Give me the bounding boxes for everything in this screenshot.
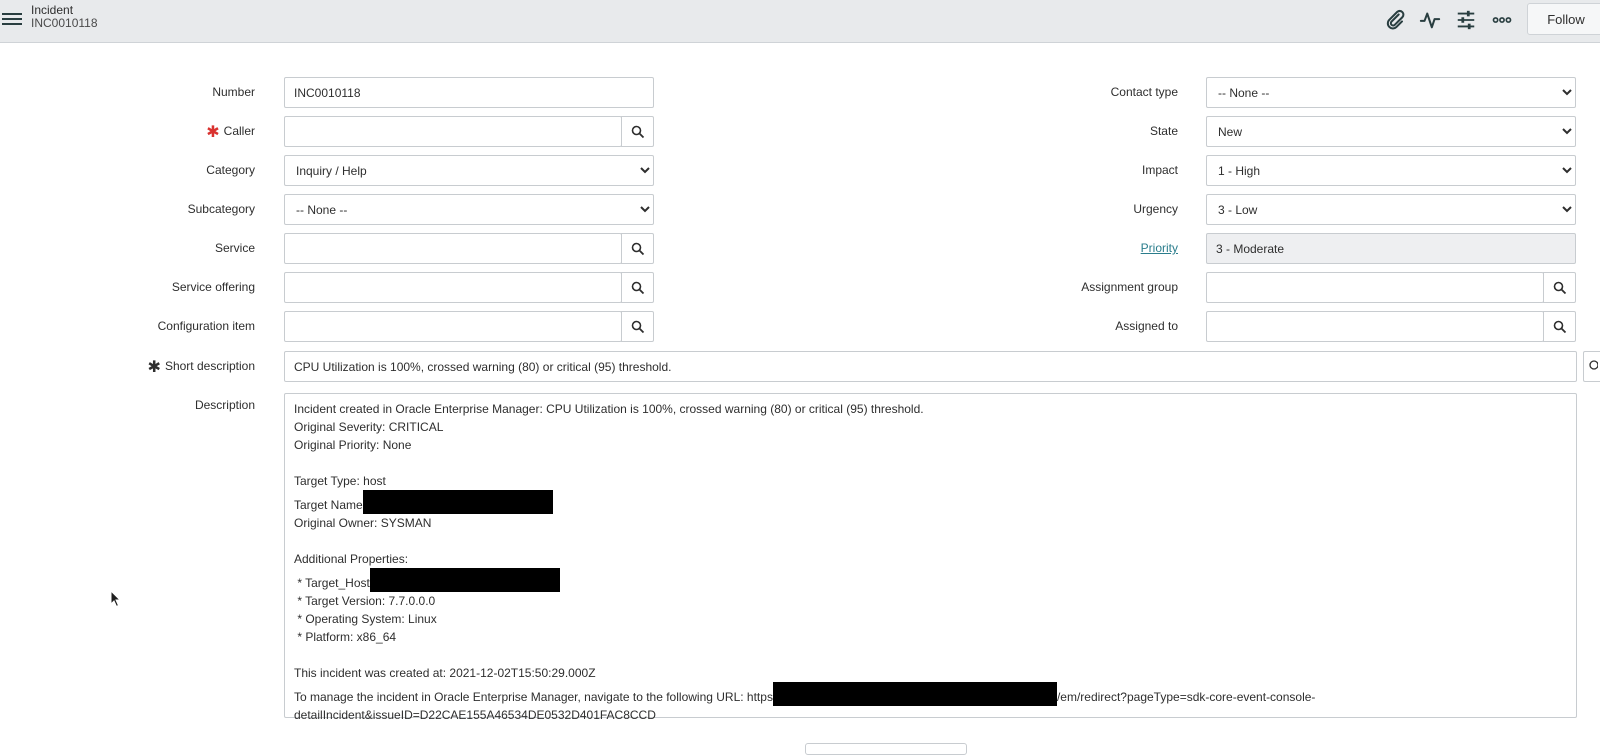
assigned-to-label: Assigned to — [1115, 319, 1178, 333]
description-line-with-redaction: * Target_Host — [294, 568, 1567, 592]
description-line: * Operating System: Linux — [294, 612, 437, 626]
number-field[interactable] — [284, 77, 654, 108]
contact-type-label: Contact type — [1110, 85, 1178, 99]
mouse-cursor-icon — [110, 590, 122, 608]
service-offering-input[interactable] — [284, 272, 622, 303]
description-line: detailIncident&issueID=D22CAE155A46534DE… — [294, 708, 656, 722]
more-icon[interactable] — [1491, 9, 1513, 31]
description-line-text: To manage the incident in Oracle Enterpr… — [294, 690, 773, 704]
configuration-item-input[interactable] — [284, 311, 622, 342]
caller-input[interactable] — [284, 116, 622, 147]
service-offering-lookup-button[interactable] — [621, 272, 654, 303]
assigned-to-lookup-button[interactable] — [1543, 311, 1576, 342]
number-label: Number — [212, 85, 255, 99]
state-select[interactable]: New — [1206, 116, 1576, 147]
description-blank-line — [294, 532, 1567, 550]
redaction-block — [369, 568, 560, 592]
description-line: Additional Properties: — [294, 552, 409, 566]
description-line: Incident created in Oracle Enterprise Ma… — [294, 402, 924, 416]
assigned-to-input[interactable] — [1206, 311, 1544, 342]
suggestion-lightbulb-button[interactable] — [1583, 351, 1600, 382]
description-line-with-redaction: Target Name — [294, 490, 1567, 514]
configuration-item-lookup-button[interactable] — [621, 311, 654, 342]
service-label: Service — [214, 241, 255, 255]
assignment-group-lookup-button[interactable] — [1543, 272, 1576, 303]
configuration-item-label: Configuration item — [157, 319, 255, 333]
description-line: Original Owner: SYSMAN — [294, 516, 432, 530]
search-icon — [631, 281, 645, 295]
activity-icon[interactable] — [1419, 9, 1441, 31]
impact-select[interactable]: 1 - High — [1206, 155, 1576, 186]
priority-label-row: Priority — [938, 241, 1178, 255]
subcategory-label: Subcategory — [187, 202, 255, 216]
form-header: Incident INC0010118 Follow — [0, 0, 1600, 43]
caller-label-row: ✱ Caller — [15, 124, 255, 141]
search-icon — [631, 125, 645, 139]
header-title-block: Incident INC0010118 — [31, 4, 98, 30]
assignment-group-input[interactable] — [1206, 272, 1544, 303]
state-label: State — [1149, 124, 1178, 138]
lightbulb-icon — [1589, 360, 1598, 370]
priority-link[interactable]: Priority — [1141, 241, 1178, 255]
short-description-label-row: ✱ Short description — [15, 359, 255, 376]
assignment-group-label: Assignment group — [1081, 280, 1178, 294]
urgency-select[interactable]: 3 - Low — [1206, 194, 1576, 225]
redaction-block — [772, 682, 1057, 706]
description-line-text: * Target_Host — [294, 576, 370, 590]
description-line: Original Priority: None — [294, 438, 412, 452]
description-line: Target Type: host — [294, 474, 386, 488]
required-indicator-icon: ✱ — [206, 124, 220, 141]
follow-button[interactable]: Follow — [1527, 3, 1600, 35]
bottom-action-button[interactable] — [805, 743, 967, 755]
service-offering-label: Service offering — [171, 280, 255, 294]
required-indicator-icon: ✱ — [147, 359, 161, 376]
search-icon — [631, 320, 645, 334]
description-blank-line — [294, 646, 1567, 664]
description-blank-line — [294, 454, 1567, 472]
description-line-text: Target Name — [294, 498, 363, 512]
record-number-title: INC0010118 — [31, 16, 98, 30]
description-line: * Target Version: 7.7.0.0.0 — [294, 594, 436, 608]
priority-field — [1206, 233, 1576, 264]
description-line-with-redaction: To manage the incident in Oracle Enterpr… — [294, 682, 1567, 706]
search-icon — [631, 242, 645, 256]
redaction-block — [362, 490, 553, 514]
description-line: * Platform: x86_64 — [294, 630, 397, 644]
hamburger-menu-icon[interactable] — [2, 10, 22, 30]
paperclip-icon[interactable] — [1384, 9, 1406, 31]
description-label: Description — [194, 398, 255, 412]
sliders-icon[interactable] — [1455, 9, 1477, 31]
service-lookup-button[interactable] — [621, 233, 654, 264]
description-line: Original Severity: CRITICAL — [294, 420, 444, 434]
subcategory-select[interactable]: -- None -- — [284, 194, 654, 225]
caller-lookup-button[interactable] — [621, 116, 654, 147]
search-icon — [1553, 320, 1567, 334]
short-description-input[interactable] — [284, 351, 1577, 382]
category-label: Category — [206, 163, 255, 177]
caller-label: Caller — [223, 124, 255, 138]
short-description-label: Short description — [164, 359, 255, 373]
impact-label: Impact — [1141, 163, 1178, 177]
service-input[interactable] — [284, 233, 622, 264]
urgency-label: Urgency — [1133, 202, 1178, 216]
search-icon — [1553, 281, 1567, 295]
category-select[interactable]: Inquiry / Help — [284, 155, 654, 186]
contact-type-select[interactable]: -- None -- — [1206, 77, 1576, 108]
description-textarea[interactable]: Incident created in Oracle Enterprise Ma… — [284, 393, 1577, 722]
description-line: This incident was created at: 2021-12-02… — [294, 666, 596, 680]
description-line-text: /em/redirect?pageType=sdk-core-event-con… — [1056, 690, 1316, 704]
